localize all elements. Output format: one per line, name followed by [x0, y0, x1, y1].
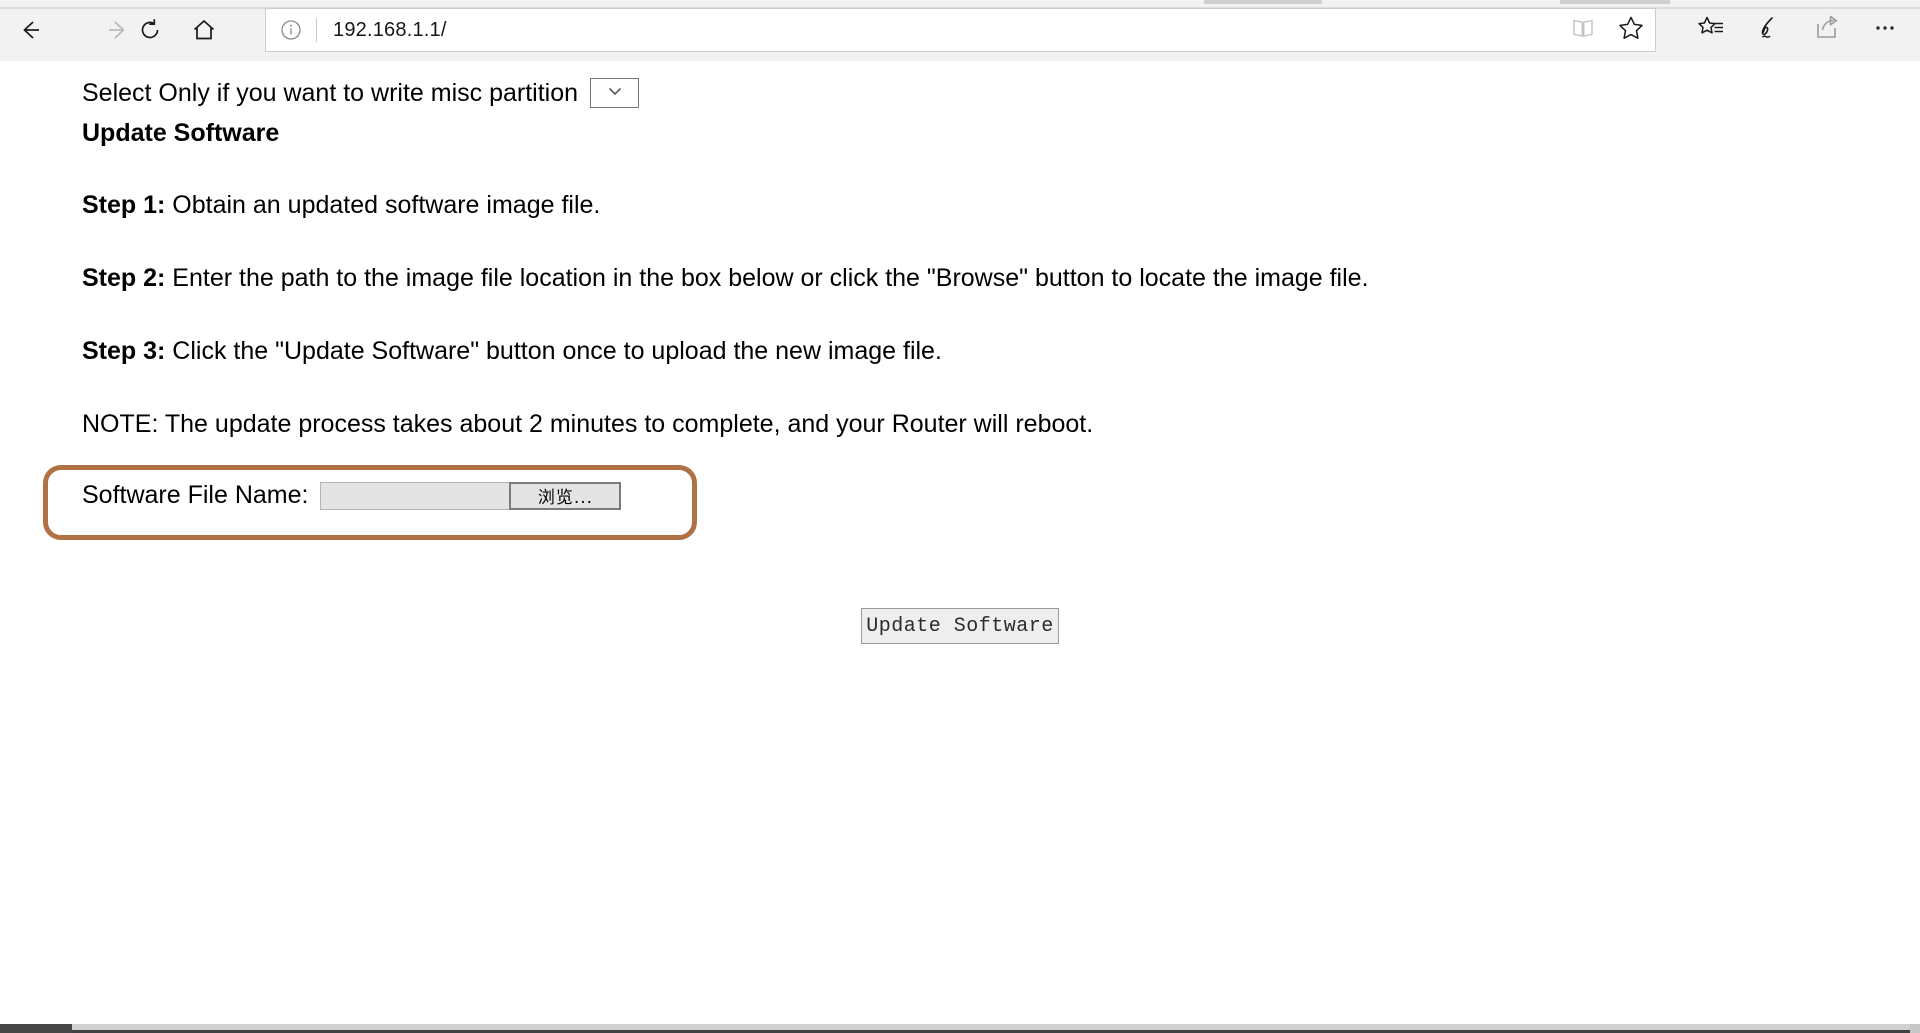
share-icon — [1812, 13, 1842, 48]
misc-partition-row: Select Only if you want to write misc pa… — [82, 78, 640, 108]
scrollbar-right-cap — [1910, 1024, 1920, 1033]
home-icon — [189, 15, 219, 45]
book-icon — [1570, 15, 1596, 46]
misc-partition-label: Select Only if you want to write misc pa… — [82, 78, 579, 107]
back-button[interactable] — [8, 9, 52, 51]
add-favorite-button[interactable] — [1607, 9, 1655, 51]
step-2-body: Enter the path to the image file locatio… — [165, 264, 1369, 292]
misc-partition-select[interactable] — [590, 78, 640, 108]
more-button[interactable] — [1861, 9, 1909, 51]
star-icon — [1617, 14, 1645, 47]
address-bar[interactable]: 192.168.1.1/ — [265, 8, 1656, 52]
software-file-row: Software File Name: 浏览... — [82, 481, 622, 510]
note-text: NOTE: The update process takes about 2 m… — [82, 410, 1094, 438]
step-1-body: Obtain an updated software image file. — [165, 191, 601, 219]
star-list-icon — [1696, 13, 1726, 48]
share-button[interactable] — [1803, 9, 1851, 51]
step-2-text: Step 2: Enter the path to the image file… — [82, 264, 1369, 293]
favorites-hub-button[interactable] — [1687, 9, 1735, 51]
refresh-button[interactable] — [128, 9, 172, 51]
software-file-input[interactable] — [320, 481, 511, 510]
tab-remnant[interactable] — [1560, 0, 1670, 4]
step-3-text: Step 3: Click the "Update Software" butt… — [82, 337, 942, 366]
step-3-body: Click the "Update Software" button once … — [165, 337, 942, 365]
reading-view-button[interactable] — [1559, 9, 1607, 51]
info-circle-icon[interactable] — [266, 18, 316, 42]
scrollbar-thumb[interactable] — [0, 1024, 72, 1033]
url-text[interactable]: 192.168.1.1/ — [317, 19, 1559, 42]
page-title: Update Software — [82, 119, 280, 147]
tab-remnant[interactable] — [1204, 0, 1322, 4]
browse-button[interactable]: 浏览... — [509, 481, 622, 510]
page-content: Select Only if you want to write misc pa… — [0, 61, 1920, 1012]
software-file-label: Software File Name: — [82, 481, 309, 509]
tab-strip-sliver — [0, 0, 1920, 7]
pen-icon — [1754, 13, 1784, 48]
web-note-button[interactable] — [1745, 9, 1793, 51]
back-arrow-icon — [15, 15, 45, 45]
update-software-button[interactable]: Update Software — [861, 608, 1059, 644]
step-1-text: Step 1: Obtain an updated software image… — [82, 191, 600, 220]
refresh-icon — [135, 15, 165, 45]
step-1-prefix: Step 1: — [82, 191, 166, 219]
home-button[interactable] — [182, 9, 226, 51]
step-3-prefix: Step 3: — [82, 337, 166, 365]
browser-chrome: 192.168.1.1/ — [0, 0, 1920, 61]
horizontal-scrollbar[interactable] — [0, 1012, 1920, 1033]
ellipsis-icon — [1870, 13, 1900, 48]
chevron-down-icon — [605, 81, 625, 106]
step-2-prefix: Step 2: — [82, 264, 166, 292]
